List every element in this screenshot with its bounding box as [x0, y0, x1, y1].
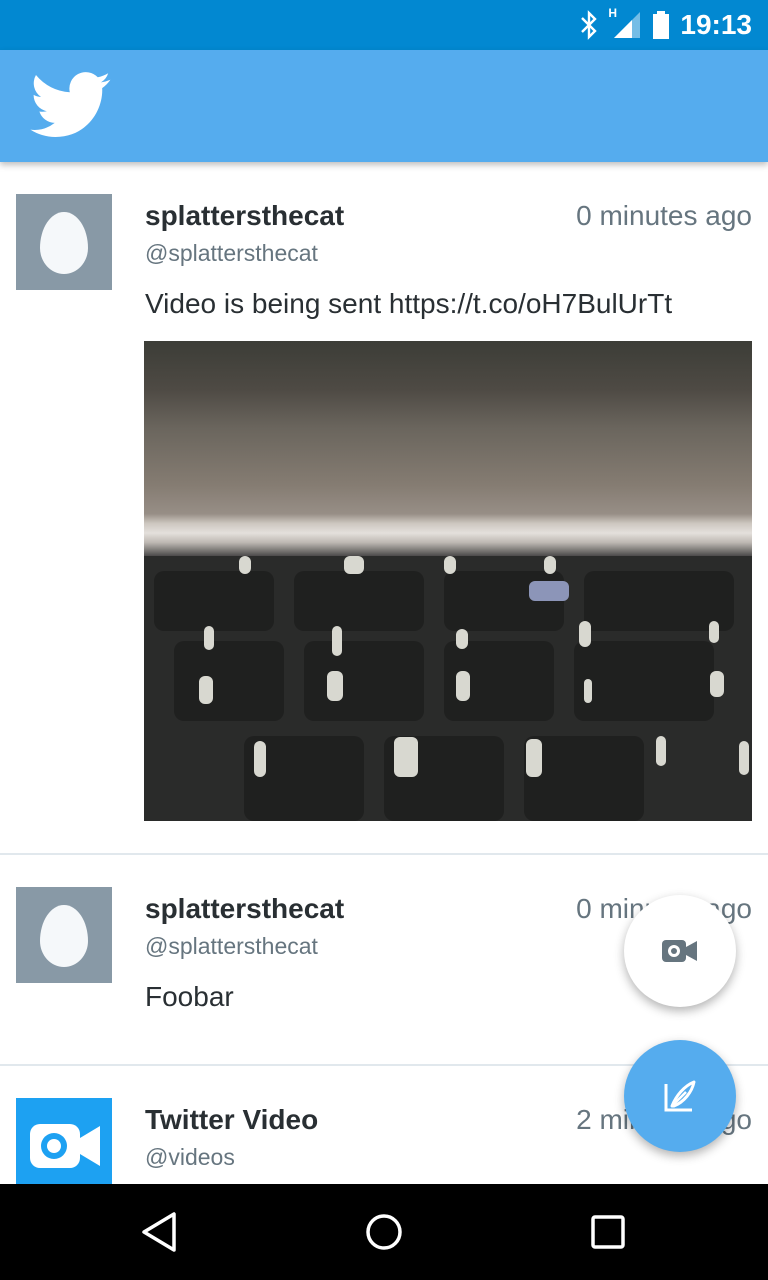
tweet-video-thumbnail[interactable]	[144, 341, 752, 821]
signal-icon: H	[608, 6, 642, 40]
compose-tweet-button[interactable]	[624, 1040, 736, 1152]
egg-avatar[interactable]	[16, 194, 112, 290]
home-icon	[366, 1214, 402, 1250]
tweet-author-handle: @videos	[145, 1144, 235, 1170]
recents-icon	[591, 1215, 625, 1249]
back-icon	[142, 1212, 176, 1252]
system-nav-bar	[0, 1184, 768, 1280]
tweet-author-name[interactable]: Twitter Video	[145, 1104, 318, 1136]
video-camera-avatar[interactable]	[16, 1098, 112, 1184]
battery-icon	[652, 10, 670, 40]
egg-icon	[40, 212, 88, 274]
tweet-author-handle: @splattersthecat	[145, 240, 318, 266]
compose-feather-icon	[664, 1080, 696, 1112]
video-camera-icon	[662, 940, 697, 962]
record-video-button[interactable]	[624, 895, 736, 1007]
tweet-author-handle: @splattersthecat	[145, 933, 318, 959]
timeline-feed[interactable]: splattersthecat @splattersthecat 0 minut…	[0, 162, 768, 1184]
tweet-author-name[interactable]: splattersthecat	[145, 893, 344, 925]
twitter-bird-icon	[30, 72, 112, 143]
back-button[interactable]	[138, 1210, 182, 1254]
app-bar	[0, 50, 768, 162]
tweet-item[interactable]: splattersthecat @splattersthecat 0 minut…	[0, 162, 768, 855]
status-time: 19:13	[680, 9, 752, 40]
video-camera-icon	[30, 1124, 100, 1168]
network-type-label: H	[608, 6, 618, 20]
tweet-author-name[interactable]: splattersthecat	[145, 200, 344, 232]
recents-button[interactable]	[586, 1210, 630, 1254]
bluetooth-icon	[580, 10, 598, 40]
home-button[interactable]	[362, 1210, 406, 1254]
egg-icon	[40, 905, 88, 967]
tweet-text: Foobar	[145, 981, 234, 1012]
tweet-timestamp: 0 minutes ago	[576, 200, 752, 231]
egg-avatar[interactable]	[16, 887, 112, 983]
status-bar: H 19:13	[0, 0, 768, 50]
tweet-text: Video is being sent https://t.co/oH7BulU…	[145, 288, 673, 319]
